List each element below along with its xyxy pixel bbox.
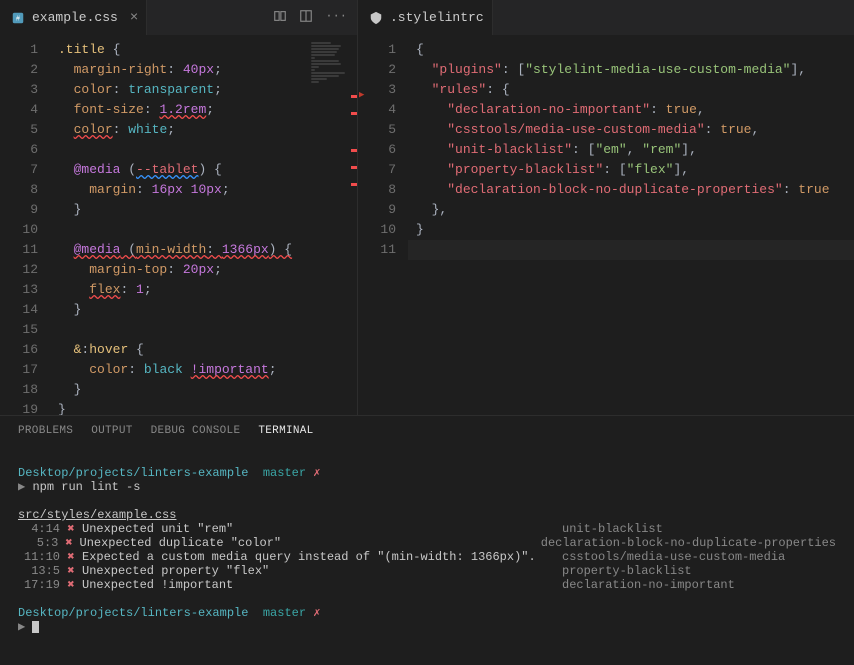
close-icon[interactable]: × (130, 10, 138, 26)
panel-tab-debug-console[interactable]: DEBUG CONSOLE (151, 425, 241, 437)
line-gutter: 123▶4567891011 (358, 35, 408, 415)
bottom-panel: PROBLEMS OUTPUT DEBUG CONSOLE TERMINAL Desk… (0, 415, 854, 665)
panel-tabs: PROBLEMS OUTPUT DEBUG CONSOLE TERMINAL (0, 416, 854, 446)
code-area-css[interactable]: 12345678910111213141516171819 .title { m… (0, 35, 357, 415)
minimap[interactable] (307, 35, 357, 415)
editor-split: # example.css × ··· 12345678910111213141… (0, 0, 854, 415)
error-stripe[interactable] (351, 35, 357, 415)
panel-tab-output[interactable]: OUTPUT (91, 425, 132, 437)
split-icon[interactable] (299, 9, 313, 27)
compare-icon[interactable] (273, 9, 287, 27)
editor-pane-left: # example.css × ··· 12345678910111213141… (0, 0, 358, 415)
code-area-json[interactable]: 123▶4567891011 { "plugins": ["stylelint-… (358, 35, 854, 415)
css-file-icon: # (10, 10, 26, 26)
tab-label: example.css (32, 10, 118, 25)
panel-tab-problems[interactable]: PROBLEMS (18, 425, 73, 437)
tab-stylelintrc[interactable]: .stylelintrc (358, 0, 493, 35)
code-content-json[interactable]: { "plugins": ["stylelint-media-use-custo… (408, 35, 854, 415)
panel-tab-terminal[interactable]: TERMINAL (258, 425, 313, 437)
svg-text:#: # (16, 15, 20, 23)
editor-actions: ··· (273, 9, 357, 27)
tab-label: .stylelintrc (390, 10, 484, 25)
tab-example-css[interactable]: # example.css × (0, 0, 147, 35)
editor-pane-right: .stylelintrc 123▶4567891011 { "plugins":… (358, 0, 854, 415)
stylelint-file-icon (368, 10, 384, 26)
more-icon[interactable]: ··· (325, 9, 347, 27)
line-gutter: 12345678910111213141516171819 (0, 35, 50, 415)
terminal-content[interactable]: Desktop/projects/linters-example master … (0, 446, 854, 665)
tab-bar-left: # example.css × ··· (0, 0, 357, 35)
tab-bar-right: .stylelintrc (358, 0, 854, 35)
